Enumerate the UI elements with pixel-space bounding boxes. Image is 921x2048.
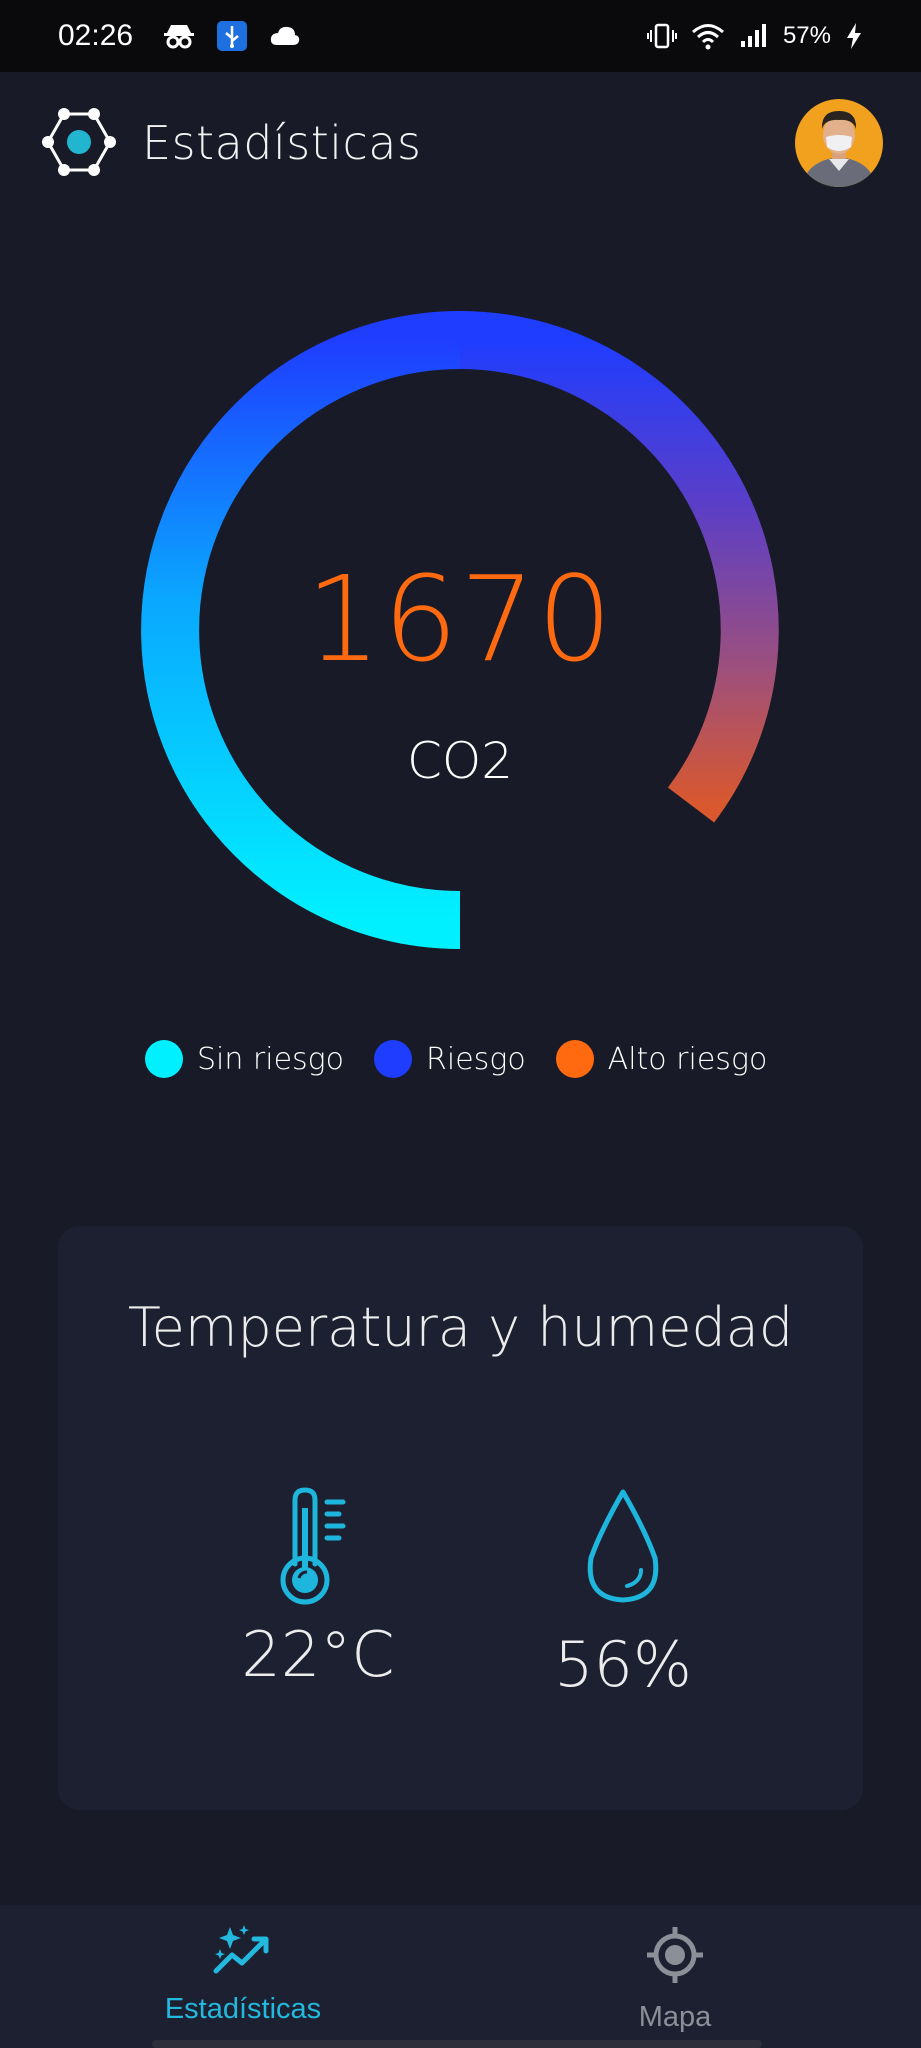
signal-icon bbox=[739, 23, 769, 49]
co2-value: 1670 bbox=[305, 550, 615, 688]
nav-item-mapa[interactable]: Mapa bbox=[525, 1925, 825, 2034]
usb-icon bbox=[217, 21, 248, 51]
temperature-humidity-card: Temperatura y humedad 22°C 56% bbox=[58, 1226, 863, 1810]
battery-percent: 57% bbox=[782, 22, 831, 49]
humidity-metric: 56% bbox=[473, 1486, 773, 1701]
co2-gauge: 1670 CO2 bbox=[140, 310, 780, 950]
molecule-icon bbox=[40, 104, 118, 182]
thermometer-icon bbox=[280, 1487, 346, 1605]
nav-label-mapa: Mapa bbox=[638, 2001, 712, 2033]
temperature-value: 22°C bbox=[241, 1618, 395, 1691]
nav-item-estadisticas[interactable]: Estadísticas bbox=[93, 1925, 393, 2026]
incognito-icon bbox=[163, 23, 195, 49]
legend-dot bbox=[555, 1040, 594, 1078]
humidity-value: 56% bbox=[554, 1628, 692, 1701]
page-title: Estadísticas bbox=[142, 116, 422, 170]
bottom-navigation: Estadísticas Mapa bbox=[0, 1905, 921, 2048]
water-drop-icon bbox=[587, 1489, 659, 1603]
legend-label: Sin riesgo bbox=[197, 1041, 345, 1077]
cloud-icon bbox=[269, 25, 301, 47]
legend-label: Riesgo bbox=[426, 1041, 526, 1077]
app-header: Estadísticas bbox=[0, 72, 921, 214]
nav-label-estadisticas: Estadísticas bbox=[164, 1993, 322, 2025]
co2-label: CO2 bbox=[406, 732, 514, 790]
status-time: 02:26 bbox=[58, 19, 134, 52]
sparkle-chart-icon bbox=[213, 1925, 269, 1974]
user-avatar[interactable] bbox=[795, 99, 883, 187]
status-bar: 02:26 57% bbox=[0, 0, 921, 72]
legend-item-alto-riesgo: Alto riesgo bbox=[555, 1040, 768, 1078]
gesture-bar bbox=[152, 2040, 762, 2048]
legend-dot bbox=[145, 1040, 183, 1078]
card-title: Temperatura y humedad bbox=[127, 1296, 794, 1359]
risk-legend: Sin riesgo Riesgo Alto riesgo bbox=[145, 1040, 767, 1078]
wifi-icon bbox=[691, 22, 725, 50]
legend-dot bbox=[374, 1040, 413, 1078]
legend-item-sin-riesgo: Sin riesgo bbox=[145, 1040, 344, 1078]
charging-icon bbox=[845, 22, 863, 50]
location-target-icon bbox=[647, 1927, 703, 1983]
temperature-metric: 22°C bbox=[178, 1486, 458, 1691]
legend-item-riesgo: Riesgo bbox=[374, 1040, 526, 1078]
legend-label: Alto riesgo bbox=[607, 1041, 768, 1077]
vibrate-icon bbox=[646, 22, 677, 50]
